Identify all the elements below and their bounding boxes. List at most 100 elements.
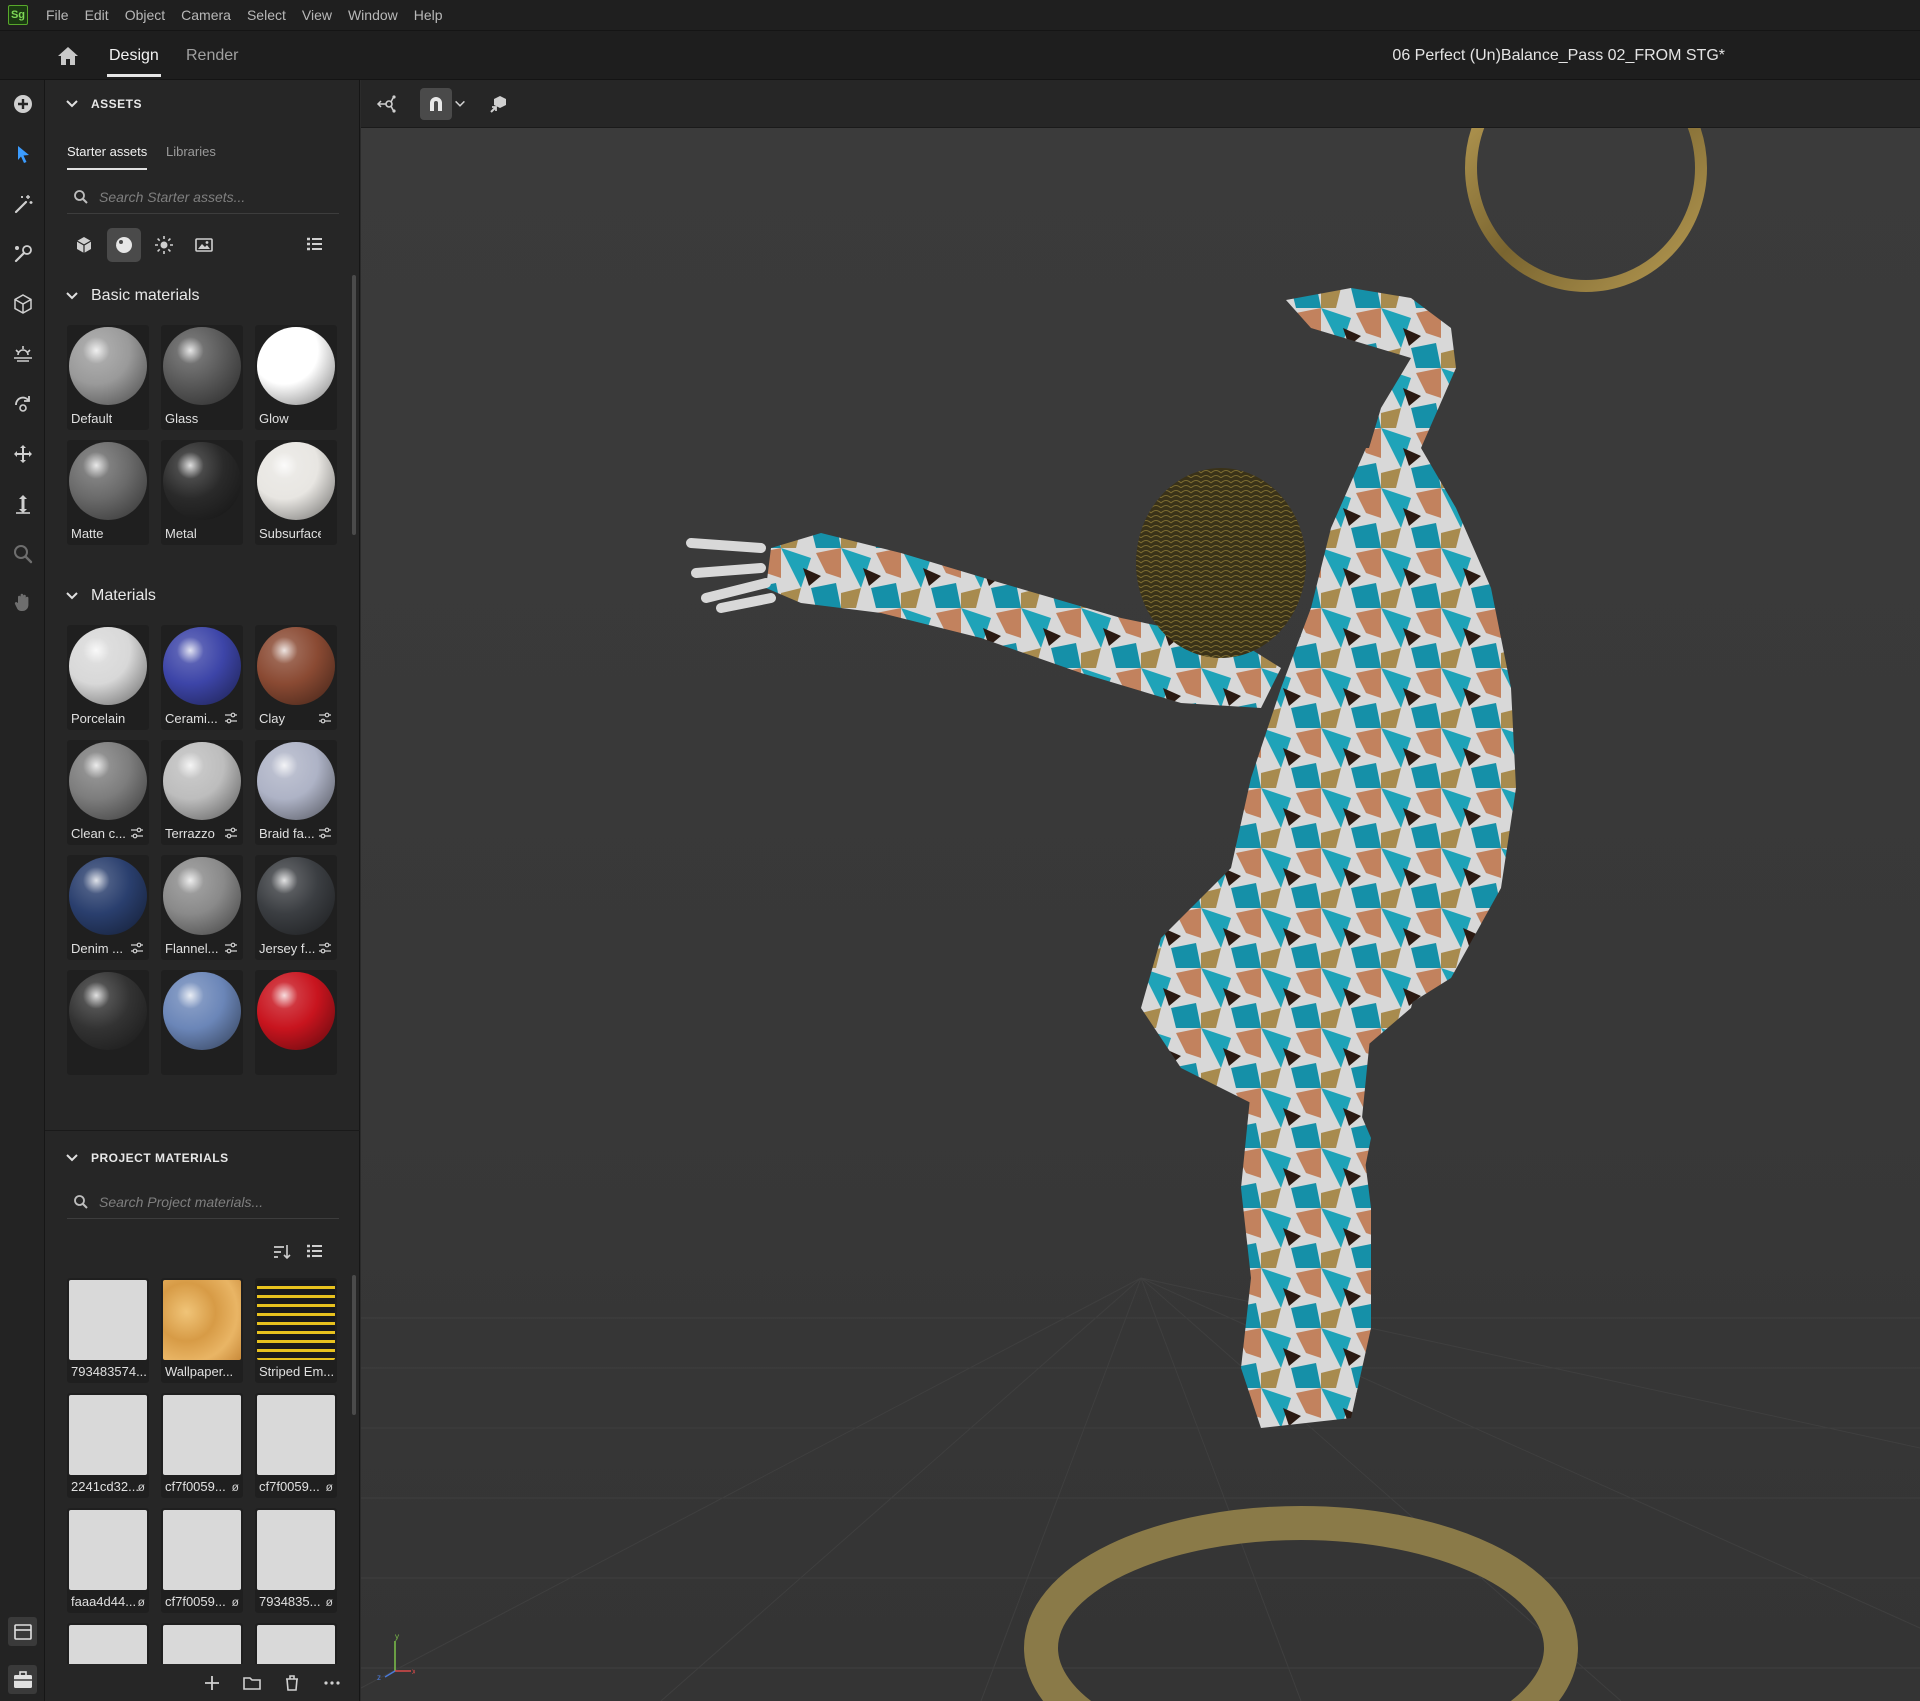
top-ring — [1465, 128, 1707, 292]
menu-help[interactable]: Help — [406, 0, 451, 31]
assets-scrollbar[interactable] — [352, 275, 356, 535]
project-material-tile[interactable]: cf7f0059... ø — [161, 1393, 243, 1498]
folder-icon[interactable] — [242, 1673, 262, 1693]
list-view-icon[interactable] — [297, 1235, 331, 1269]
home-icon[interactable] — [56, 45, 80, 67]
material-tile[interactable] — [161, 970, 243, 1075]
unlinked-mark: ø — [137, 1595, 145, 1609]
material-tile[interactable]: Jersey f... — [255, 855, 337, 960]
material-label: Flannel... — [165, 941, 219, 956]
material-tile[interactable]: Clay — [255, 625, 337, 730]
material-thumbnail — [69, 1625, 147, 1664]
material-tile[interactable] — [67, 970, 149, 1075]
list-view-icon[interactable] — [297, 228, 331, 262]
project-search-input[interactable] — [99, 1193, 329, 1210]
menu-window[interactable]: Window — [340, 0, 406, 31]
material-tile[interactable]: Matte — [67, 440, 149, 545]
models-icon[interactable] — [67, 228, 101, 262]
select-icon[interactable] — [9, 140, 36, 167]
move-icon[interactable] — [9, 440, 36, 467]
dolly-icon[interactable] — [9, 490, 36, 517]
menu-object[interactable]: Object — [117, 0, 173, 31]
material-tile[interactable]: Terrazzo — [161, 740, 243, 845]
tab-starter-assets[interactable]: Starter assets — [67, 138, 148, 170]
project-material-tile[interactable]: 7934835...ø — [255, 1508, 337, 1613]
project-materials-header[interactable]: PROJECT MATERIALS — [45, 1141, 360, 1175]
material-label: Terrazzo — [165, 826, 215, 841]
add-icon[interactable] — [202, 1673, 222, 1693]
tab-libraries[interactable]: Libraries — [166, 138, 216, 166]
material-tile[interactable] — [255, 970, 337, 1075]
material-label: cf7f0059... — [259, 1479, 320, 1494]
materials-icon[interactable] — [107, 228, 141, 262]
material-preview — [257, 742, 335, 820]
material-preview — [163, 627, 241, 705]
assets-section-header[interactable]: ASSETS — [45, 87, 360, 121]
floor-grid — [361, 1277, 1920, 1701]
project-material-tile[interactable]: faaa4d44...ø — [161, 1623, 243, 1664]
cube-icon[interactable] — [9, 290, 36, 317]
material-tile[interactable]: Metal — [161, 440, 243, 545]
material-tile[interactable]: Clean c... — [67, 740, 149, 845]
menu-file[interactable]: File — [38, 0, 77, 31]
scene-graph-icon[interactable] — [371, 88, 403, 120]
material-label: 2241cd32... — [71, 1479, 139, 1494]
menu-edit[interactable]: Edit — [77, 0, 117, 31]
material-tile[interactable]: Cerami... — [161, 625, 243, 730]
project-material-tile[interactable]: Striped Em... — [255, 1278, 337, 1383]
material-preview — [163, 327, 241, 405]
material-preview — [69, 742, 147, 820]
basic-materials-header[interactable]: Basic materials — [45, 279, 360, 313]
material-tile[interactable]: Braid fa... — [255, 740, 337, 845]
material-preview — [163, 742, 241, 820]
adjust-icon — [131, 827, 143, 839]
material-tile[interactable]: Glow — [255, 325, 337, 430]
unlinked-mark: ø — [231, 1480, 239, 1494]
toolbox-icon[interactable] — [8, 1665, 37, 1694]
material-label: Glow — [259, 411, 289, 426]
material-tile[interactable]: Flannel... — [161, 855, 243, 960]
material-tile[interactable]: Glass — [161, 325, 243, 430]
tab-design[interactable]: Design — [107, 31, 161, 80]
menu-camera[interactable]: Camera — [173, 0, 239, 31]
3d-viewport[interactable]: y x z — [361, 128, 1920, 1701]
material-tile[interactable]: Porcelain — [67, 625, 149, 730]
project-material-tile[interactable]: faaa4d44...ø — [67, 1508, 149, 1613]
orbit-icon[interactable] — [9, 390, 36, 417]
material-tile[interactable]: Default — [67, 325, 149, 430]
project-material-tile[interactable]: 793483574... — [67, 1278, 149, 1383]
magnet-icon[interactable] — [420, 88, 452, 120]
project-material-tile[interactable]: cf7f0059... ø — [161, 1508, 243, 1613]
sample-icon[interactable] — [9, 240, 36, 267]
menu-select[interactable]: Select — [239, 0, 294, 31]
material-tile[interactable]: Denim ... — [67, 855, 149, 960]
chevron-down-icon[interactable] — [452, 88, 468, 120]
material-tile[interactable]: Subsurface — [255, 440, 337, 545]
panel-toggle-icon[interactable] — [8, 1617, 37, 1646]
trash-icon[interactable] — [282, 1673, 302, 1693]
search-input[interactable] — [99, 188, 329, 205]
more-icon[interactable] — [322, 1673, 342, 1693]
materials-header[interactable]: Materials — [45, 579, 360, 613]
add-icon[interactable] — [9, 90, 36, 117]
images-icon[interactable] — [187, 228, 221, 262]
sort-icon[interactable] — [265, 1235, 299, 1269]
menu-view[interactable]: View — [294, 0, 340, 31]
magic-wand-icon[interactable] — [9, 190, 36, 217]
material-label: cf7f0059... — [165, 1479, 226, 1494]
tab-render[interactable]: Render — [186, 31, 238, 80]
project-materials-search — [67, 1185, 339, 1219]
pan-icon[interactable] — [9, 588, 36, 615]
project-material-tile[interactable]: faaa4d44f... — [67, 1623, 149, 1664]
project-material-tile[interactable]: cf7f0059... ø — [255, 1393, 337, 1498]
material-preview — [257, 442, 335, 520]
drop-to-ground-icon[interactable] — [483, 88, 515, 120]
lights-icon[interactable] — [147, 228, 181, 262]
project-scrollbar[interactable] — [352, 1275, 356, 1415]
project-material-tile[interactable]: Wallpaper... — [161, 1278, 243, 1383]
environment-icon[interactable] — [9, 340, 36, 367]
project-material-tile[interactable]: 7934835...ø — [255, 1623, 337, 1664]
project-material-tile[interactable]: 2241cd32... ø — [67, 1393, 149, 1498]
zoom-icon[interactable] — [9, 540, 36, 567]
material-label: Default — [71, 411, 113, 426]
